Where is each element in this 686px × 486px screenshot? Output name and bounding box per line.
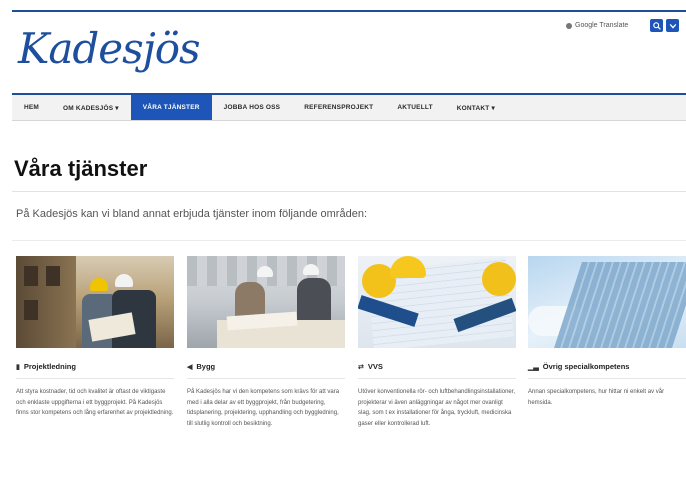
- nav-item-hem[interactable]: HEM: [12, 95, 51, 120]
- nav-item-referensprojekt[interactable]: REFERENSPROJEKT: [292, 95, 385, 120]
- vvs-image[interactable]: [358, 256, 516, 348]
- service-card-vvs[interactable]: ⇄ VVS Utöver konventionella rör- och luf…: [358, 256, 516, 427]
- gear-icon: [566, 22, 572, 29]
- card-title[interactable]: ⇄ VVS: [358, 362, 383, 371]
- nav-item-aktuellt[interactable]: AKTUELLT: [385, 95, 444, 120]
- page-title: Våra tjänster: [14, 156, 148, 181]
- divider: [528, 378, 686, 379]
- site-logo[interactable]: Kadesjös: [18, 28, 201, 70]
- specialkompetens-image[interactable]: [528, 256, 686, 348]
- chevron-down-icon: [669, 23, 676, 29]
- intro-text: På Kadesjös kan vi bland annat erbjuda t…: [16, 208, 368, 220]
- card-text: Att styra kostnader, tid och kvalitet är…: [16, 389, 174, 416]
- card-title-label: Projektledning: [23, 362, 76, 371]
- dropdown-button[interactable]: [666, 19, 679, 32]
- card-title[interactable]: ▁▃ Övrig specialkompetens: [528, 362, 629, 371]
- page: Kadesjös Google Translate HEM OM KADESJÖ…: [0, 0, 686, 486]
- card-title[interactable]: ◀ Bygg: [187, 362, 215, 371]
- card-title-label: VVS: [367, 362, 383, 371]
- main-nav: HEM OM KADESJÖS ▾ VÅRA TJÄNSTER JOBBA HO…: [12, 93, 686, 121]
- nav-item-kontakt[interactable]: KONTAKT ▾: [445, 95, 507, 120]
- chart-icon: ▁▃: [528, 363, 539, 371]
- card-text: Annan specialkompetens, hur hittar ni en…: [528, 389, 665, 406]
- search-icon: [652, 21, 661, 30]
- divider: [12, 240, 686, 241]
- top-rule: [12, 10, 686, 12]
- divider: [187, 378, 345, 379]
- search-button[interactable]: [650, 19, 663, 32]
- google-translate-label: Google Translate: [575, 22, 629, 29]
- service-card-ovrig-specialkompetens[interactable]: ▁▃ Övrig specialkompetens Annan specialk…: [528, 256, 686, 406]
- nav-item-jobba-hos-oss[interactable]: JOBBA HOS OSS: [212, 95, 293, 120]
- card-title-label: Bygg: [196, 362, 216, 371]
- nav-item-om-kadesjos[interactable]: OM KADESJÖS ▾: [51, 95, 131, 120]
- card-title-label: Övrig specialkompetens: [542, 362, 630, 371]
- pipe-icon: ⇄: [358, 363, 364, 371]
- divider: [12, 191, 686, 192]
- divider: [358, 378, 516, 379]
- megaphone-icon: ◀: [187, 363, 193, 371]
- service-card-projektledning[interactable]: ▮ Projektledning Att styra kostnader, ti…: [16, 256, 174, 416]
- nav-item-vara-tjanster[interactable]: VÅRA TJÄNSTER: [130, 95, 212, 120]
- divider: [16, 378, 174, 379]
- card-text: Utöver konventionella rör- och luftbehan…: [358, 389, 516, 427]
- card-title[interactable]: ▮ Projektledning: [16, 362, 76, 371]
- projektledning-image[interactable]: [16, 256, 174, 348]
- bygg-image[interactable]: [187, 256, 345, 348]
- service-card-bygg[interactable]: ◀ Bygg På Kadesjös har vi den kompetens …: [187, 256, 345, 427]
- card-text: På Kadesjös har vi den kompetens som krä…: [187, 389, 340, 427]
- document-icon: ▮: [16, 363, 20, 371]
- google-translate-link[interactable]: Google Translate: [566, 22, 628, 29]
